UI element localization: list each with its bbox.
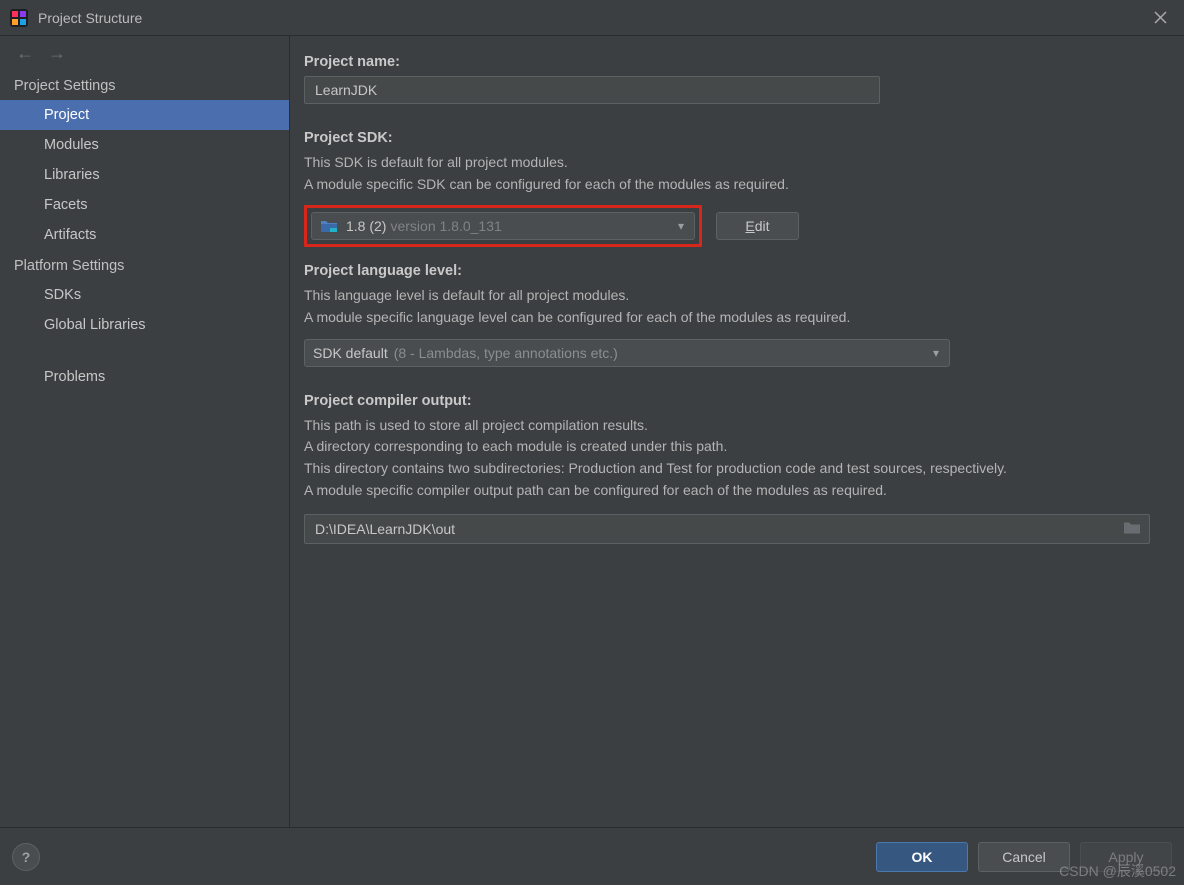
nav-history: ← → xyxy=(0,36,289,70)
project-sdk-desc1: This SDK is default for all project modu… xyxy=(304,152,1170,174)
titlebar: Project Structure xyxy=(0,0,1184,36)
compiler-output-desc2: A directory corresponding to each module… xyxy=(304,436,1170,458)
sidebar-item-modules[interactable]: Modules xyxy=(0,130,289,160)
project-sdk-label: Project SDK: xyxy=(304,130,1170,146)
chevron-down-icon: ▾ xyxy=(678,219,684,233)
sidebar: ← → Project Settings Project Modules Lib… xyxy=(0,36,290,827)
compiler-output-desc1: This path is used to store all project c… xyxy=(304,415,1170,437)
compiler-output-desc3: This directory contains two subdirectori… xyxy=(304,458,1170,480)
back-arrow-icon[interactable]: ← xyxy=(16,43,34,64)
project-name-label: Project name: xyxy=(304,54,1170,70)
section-platform-settings: Platform Settings xyxy=(0,250,289,280)
ok-button[interactable]: OK xyxy=(876,842,968,872)
folder-icon xyxy=(320,219,338,233)
sidebar-item-global-libraries[interactable]: Global Libraries xyxy=(0,310,289,340)
language-level-dropdown[interactable]: SDK default (8 - Lambdas, type annotatio… xyxy=(304,339,950,367)
compiler-output-input[interactable]: D:\IDEA\LearnJDK\out xyxy=(304,514,1150,544)
sidebar-item-libraries[interactable]: Libraries xyxy=(0,160,289,190)
apply-button[interactable]: Apply xyxy=(1080,842,1172,872)
sidebar-item-facets[interactable]: Facets xyxy=(0,190,289,220)
project-sdk-dropdown[interactable]: 1.8 (2) version 1.8.0_131 ▾ xyxy=(311,212,695,240)
close-button[interactable] xyxy=(1146,4,1174,32)
footer: ? OK Cancel Apply xyxy=(0,827,1184,885)
compiler-output-label: Project compiler output: xyxy=(304,393,1170,409)
sidebar-item-sdks[interactable]: SDKs xyxy=(0,280,289,310)
forward-arrow-icon[interactable]: → xyxy=(48,43,66,64)
sidebar-item-problems[interactable]: Problems xyxy=(0,362,289,392)
sidebar-item-artifacts[interactable]: Artifacts xyxy=(0,220,289,250)
app-icon xyxy=(10,9,28,27)
language-level-label: Project language level: xyxy=(304,263,1170,279)
language-level-desc2: A module specific language level can be … xyxy=(304,307,1170,329)
content-area: Project name: LearnJDK Project SDK: This… xyxy=(290,36,1184,827)
sidebar-item-project[interactable]: Project xyxy=(0,100,289,130)
cancel-button[interactable]: Cancel xyxy=(978,842,1070,872)
help-button[interactable]: ? xyxy=(12,843,40,871)
browse-folder-icon[interactable] xyxy=(1123,520,1141,537)
sdk-highlight: 1.8 (2) version 1.8.0_131 ▾ xyxy=(304,205,702,247)
edit-sdk-button[interactable]: Edit xyxy=(716,212,799,240)
compiler-output-desc4: A module specific compiler output path c… xyxy=(304,480,1170,502)
project-sdk-desc2: A module specific SDK can be configured … xyxy=(304,174,1170,196)
chevron-down-icon: ▾ xyxy=(933,346,939,360)
window-title: Project Structure xyxy=(38,10,142,26)
section-project-settings: Project Settings xyxy=(0,70,289,100)
project-name-input[interactable]: LearnJDK xyxy=(304,76,880,104)
language-level-desc1: This language level is default for all p… xyxy=(304,285,1170,307)
